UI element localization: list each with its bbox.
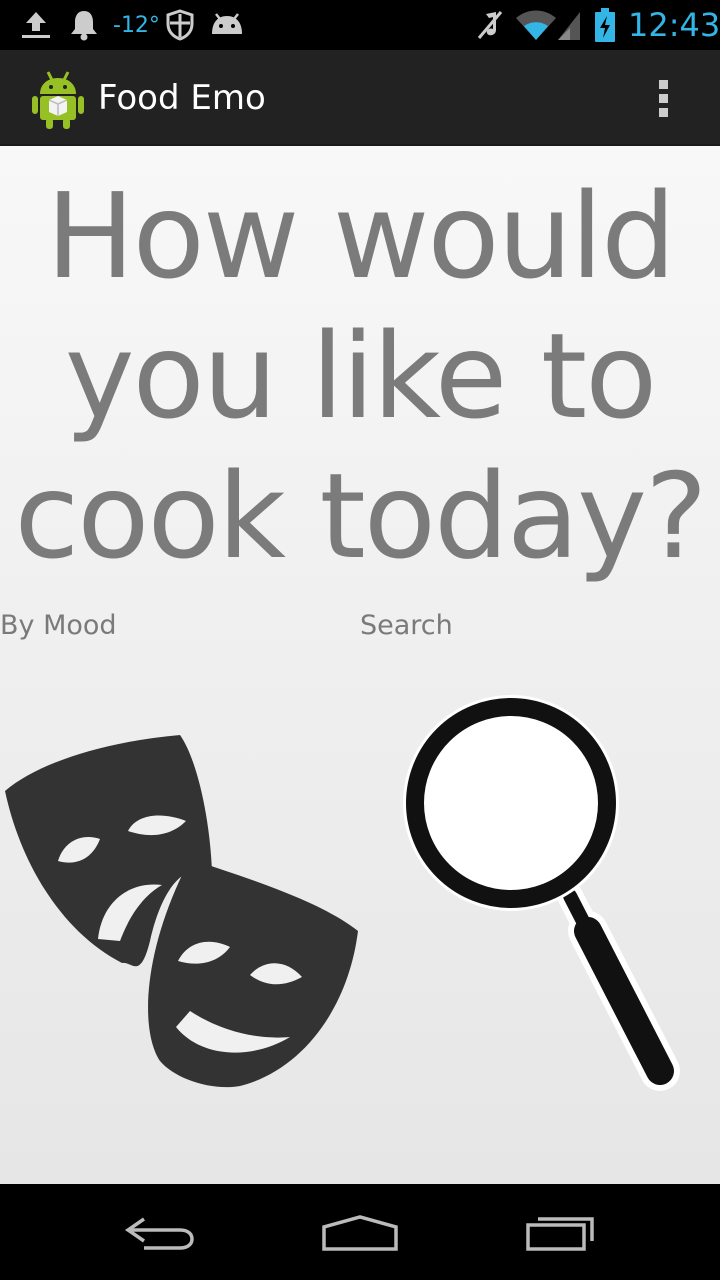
- headline-line: you like to: [64, 307, 658, 445]
- shield-icon: [166, 0, 194, 50]
- wifi-icon: [514, 0, 558, 50]
- magnifying-glass-icon[interactable]: [398, 691, 688, 1136]
- headline: How would you like to cook today?: [0, 166, 720, 586]
- back-icon[interactable]: [105, 1198, 215, 1268]
- headline-line: cook today?: [14, 447, 707, 585]
- battery-charging-icon: [594, 0, 616, 50]
- android-robot-icon: [208, 0, 246, 50]
- recent-apps-icon[interactable]: [505, 1198, 615, 1268]
- mute-icon: [474, 0, 506, 50]
- signal-icon: [556, 0, 582, 50]
- app-title: Food Emo: [98, 78, 266, 118]
- temperature-readout: -12°: [113, 12, 160, 38]
- navigation-bar: [0, 1184, 720, 1280]
- status-bar: -12° 12:43: [0, 0, 720, 50]
- home-icon[interactable]: [305, 1198, 415, 1268]
- overflow-menu-icon[interactable]: [652, 76, 676, 122]
- clock: 12:43: [628, 6, 720, 44]
- action-bar: Food Emo: [0, 50, 720, 146]
- main-content: How would you like to cook today? By Moo…: [0, 146, 720, 1184]
- notification-bell-icon: [68, 0, 100, 50]
- theater-masks-icon[interactable]: [0, 731, 365, 1091]
- upload-icon: [20, 0, 52, 50]
- app-launcher-icon[interactable]: [30, 70, 86, 135]
- headline-line: How would: [45, 167, 676, 305]
- by-mood-label[interactable]: By Mood: [0, 606, 117, 646]
- search-label[interactable]: Search: [360, 606, 453, 646]
